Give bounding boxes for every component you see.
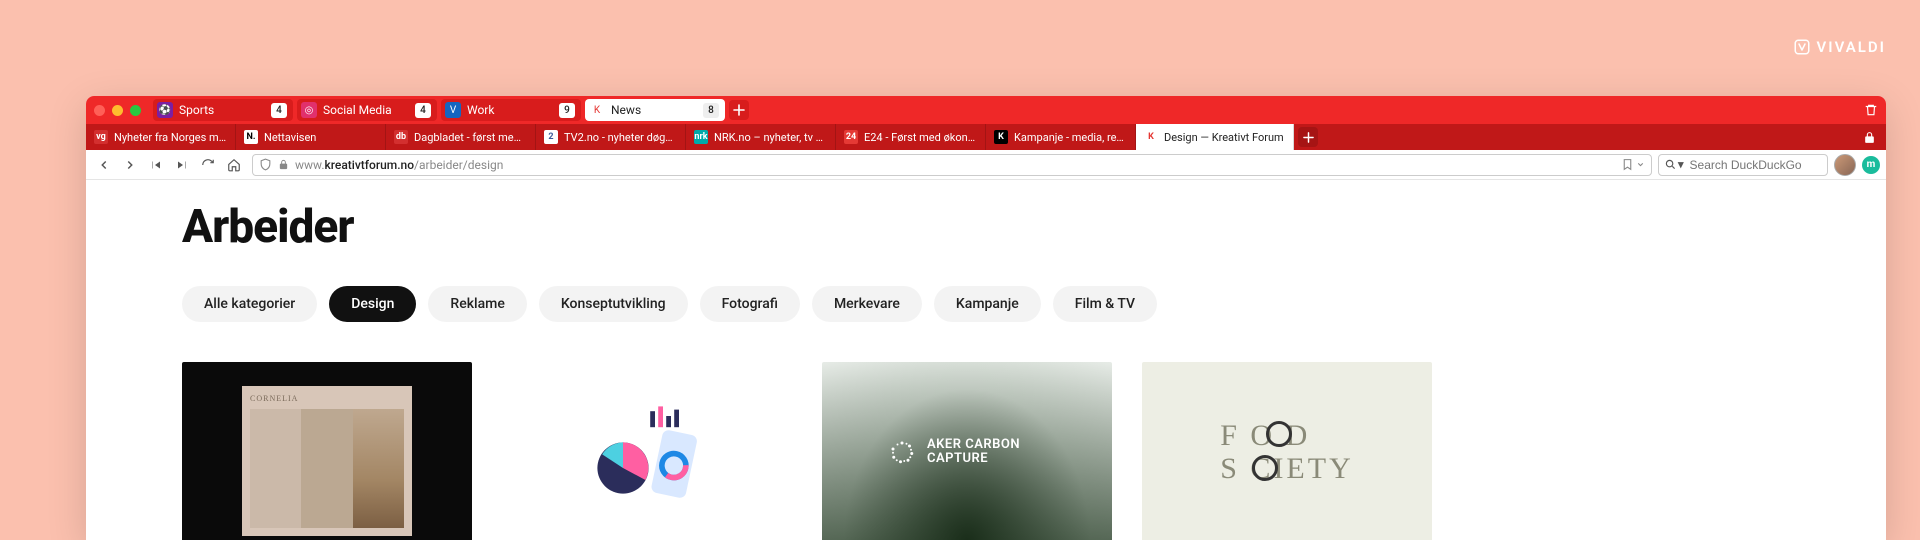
favicon: db <box>394 130 408 144</box>
work-card[interactable]: F O D S CIETY <box>1142 362 1432 540</box>
back-button[interactable] <box>92 153 116 177</box>
rewind-button[interactable] <box>144 153 168 177</box>
new-workspace-button[interactable] <box>729 100 749 120</box>
fast-forward-button[interactable] <box>170 153 194 177</box>
navigation-bar: www.kreativtforum.no/arbeider/design ▾ m <box>86 150 1886 180</box>
trash-button[interactable] <box>1864 103 1878 117</box>
workspace-icon: V <box>445 102 461 118</box>
page-tab[interactable]: N. Nettavisen <box>236 124 386 150</box>
maximize-window-button[interactable] <box>130 105 141 116</box>
reload-button[interactable] <box>196 153 220 177</box>
workspace-icon: K <box>589 102 605 118</box>
tab-bar: vg Nyheter fra Norges mest le N. Nettavi… <box>86 124 1886 150</box>
page-title: Arbeider <box>182 200 1790 254</box>
filter-pill[interactable]: Film & TV <box>1053 286 1157 322</box>
window-controls <box>94 105 141 116</box>
work-card[interactable] <box>502 362 792 540</box>
page-tab[interactable]: 2 TV2.no - nyheter døgnet ru <box>536 124 686 150</box>
filter-pill[interactable]: Konseptutvikling <box>539 286 688 322</box>
filter-pill[interactable]: Fotografi <box>700 286 800 322</box>
tab-label: Nyheter fra Norges mest le <box>114 131 227 144</box>
tab-label: E24 - Først med økonomin <box>864 131 977 144</box>
padlock-icon <box>278 159 289 170</box>
workspace-tab[interactable]: V Work 9 <box>441 99 581 121</box>
page-content: Arbeider Alle kategorier Design Reklame Kon… <box>86 180 1886 540</box>
workspace-tab[interactable]: ◎ Social Media 4 <box>297 99 437 121</box>
bookmark-button[interactable] <box>1621 158 1645 171</box>
filter-pill[interactable]: Kampanje <box>934 286 1041 322</box>
profile-avatar[interactable] <box>1834 154 1856 176</box>
search-engine-icon: ▾ <box>1665 158 1684 171</box>
tab-label: Nettavisen <box>264 131 377 144</box>
workspace-count-badge: 9 <box>559 103 575 118</box>
workspace-bar: ⚽ Sports 4 ◎ Social Media 4 V Work 9 K N… <box>86 96 1886 124</box>
sync-indicator[interactable]: m <box>1862 156 1880 174</box>
new-tab-button[interactable] <box>1298 127 1318 147</box>
tab-label: NRK.no – nyheter, tv og ra <box>714 131 827 144</box>
favicon: K <box>1144 130 1158 144</box>
workspace-count-badge: 8 <box>703 103 719 118</box>
page-tab[interactable]: nrk NRK.no – nyheter, tv og ra <box>686 124 836 150</box>
filter-row: Alle kategorier Design Reklame Konseptutvik… <box>182 286 1790 322</box>
workspace-label: Sports <box>179 103 265 117</box>
workspace-icon: ◎ <box>301 102 317 118</box>
workspace-icon: ⚽ <box>157 102 173 118</box>
filter-pill[interactable]: Merkevare <box>812 286 922 322</box>
workspace-label: Work <box>467 103 553 117</box>
logo-icon <box>887 437 917 467</box>
workspace-label: News <box>611 103 697 117</box>
page-tab[interactable]: K Design — Kreativt Forum <box>1136 124 1294 150</box>
favicon: K <box>994 130 1008 144</box>
tab-label: Design — Kreativt Forum <box>1164 131 1285 144</box>
lock-icon <box>1863 131 1876 144</box>
shield-icon <box>259 158 272 171</box>
card-grid: CORNELIA <box>182 362 1790 540</box>
home-button[interactable] <box>222 153 246 177</box>
minimize-window-button[interactable] <box>112 105 123 116</box>
workspace-count-badge: 4 <box>415 103 431 118</box>
card-caption: CORNELIA <box>250 394 404 403</box>
favicon: vg <box>94 130 108 144</box>
tab-label: Kampanje - media, reklam <box>1014 131 1127 144</box>
workspace-tab[interactable]: K News 8 <box>585 99 725 121</box>
card-text-line: S CIETY <box>1220 452 1354 485</box>
favicon: 24 <box>844 130 858 144</box>
workspace-label: Social Media <box>323 103 409 117</box>
tab-label: TV2.no - nyheter døgnet ru <box>564 131 677 144</box>
page-tab[interactable]: db Dagbladet - først med siste <box>386 124 536 150</box>
tab-label: Dagbladet - først med siste <box>414 131 527 144</box>
favicon: 2 <box>544 130 558 144</box>
search-box[interactable]: ▾ <box>1658 154 1828 176</box>
filter-pill[interactable]: Design <box>329 286 416 322</box>
search-input[interactable] <box>1690 158 1845 172</box>
work-card[interactable]: AKER CARBON CAPTURE <box>822 362 1112 540</box>
address-bar[interactable]: www.kreativtforum.no/arbeider/design <box>252 154 1652 176</box>
browser-window: ⚽ Sports 4 ◎ Social Media 4 V Work 9 K N… <box>86 96 1886 540</box>
page-tab[interactable]: 24 E24 - Først med økonomin <box>836 124 986 150</box>
workspace-tab[interactable]: ⚽ Sports 4 <box>153 99 293 121</box>
filter-pill[interactable]: Reklame <box>428 286 526 322</box>
url-text: www.kreativtforum.no/arbeider/design <box>295 158 503 172</box>
forward-button[interactable] <box>118 153 142 177</box>
close-window-button[interactable] <box>94 105 105 116</box>
filter-pill[interactable]: Alle kategorier <box>182 286 317 322</box>
vivaldi-brand: VIVALDI <box>1793 38 1886 56</box>
card-brand-text: AKER CARBON CAPTURE <box>927 438 1047 467</box>
page-tab[interactable]: vg Nyheter fra Norges mest le <box>86 124 236 150</box>
favicon: nrk <box>694 130 708 144</box>
work-card[interactable]: CORNELIA <box>182 362 472 540</box>
page-tab[interactable]: K Kampanje - media, reklam <box>986 124 1136 150</box>
favicon: N. <box>244 130 258 144</box>
workspace-count-badge: 4 <box>271 103 287 118</box>
